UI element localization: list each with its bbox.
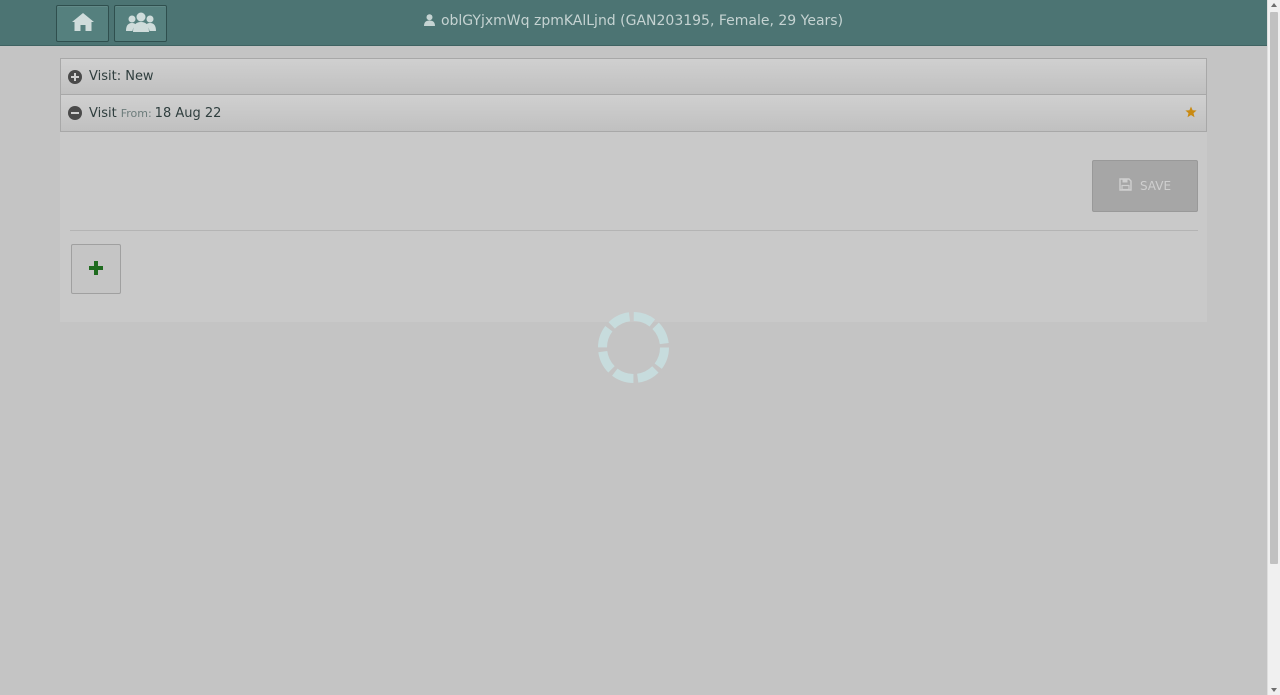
collapse-icon (68, 106, 82, 120)
scroll-down-icon[interactable] (1271, 688, 1277, 692)
floppy-disk-icon (1119, 178, 1140, 194)
patient-label: oblGYjxmWq zpmKAlLjnd (GAN203195, Female… (440, 13, 844, 29)
visit-current-header[interactable]: Visit From: 18 Aug 22 (60, 95, 1207, 132)
visit-new-label: Visit: New (89, 69, 154, 84)
add-button[interactable] (71, 244, 121, 294)
scroll-thumb[interactable] (1270, 12, 1278, 564)
star-icon[interactable] (1185, 106, 1197, 122)
top-header: oblGYjxmWq zpmKAlLjnd (GAN203195, Female… (0, 0, 1267, 46)
expand-icon (68, 69, 82, 84)
save-button[interactable]: SAVE (1092, 160, 1198, 212)
loading-spinner (597, 311, 670, 388)
user-icon (423, 14, 435, 30)
visit-new-header[interactable]: Visit: New (60, 58, 1207, 95)
scroll-up-icon[interactable] (1271, 3, 1277, 7)
plus-icon (89, 260, 103, 279)
patient-info: oblGYjxmWq zpmKAlLjnd (GAN203195, Female… (0, 13, 1267, 30)
visit-from-date: 18 Aug 22 (154, 105, 222, 121)
visit-label: Visit (89, 105, 117, 121)
visit-from-label: From: (120, 106, 152, 120)
visit-panel-body (60, 132, 1207, 322)
vertical-scrollbar[interactable] (1267, 0, 1280, 695)
save-label: SAVE (1139, 179, 1172, 193)
divider (70, 230, 1198, 231)
